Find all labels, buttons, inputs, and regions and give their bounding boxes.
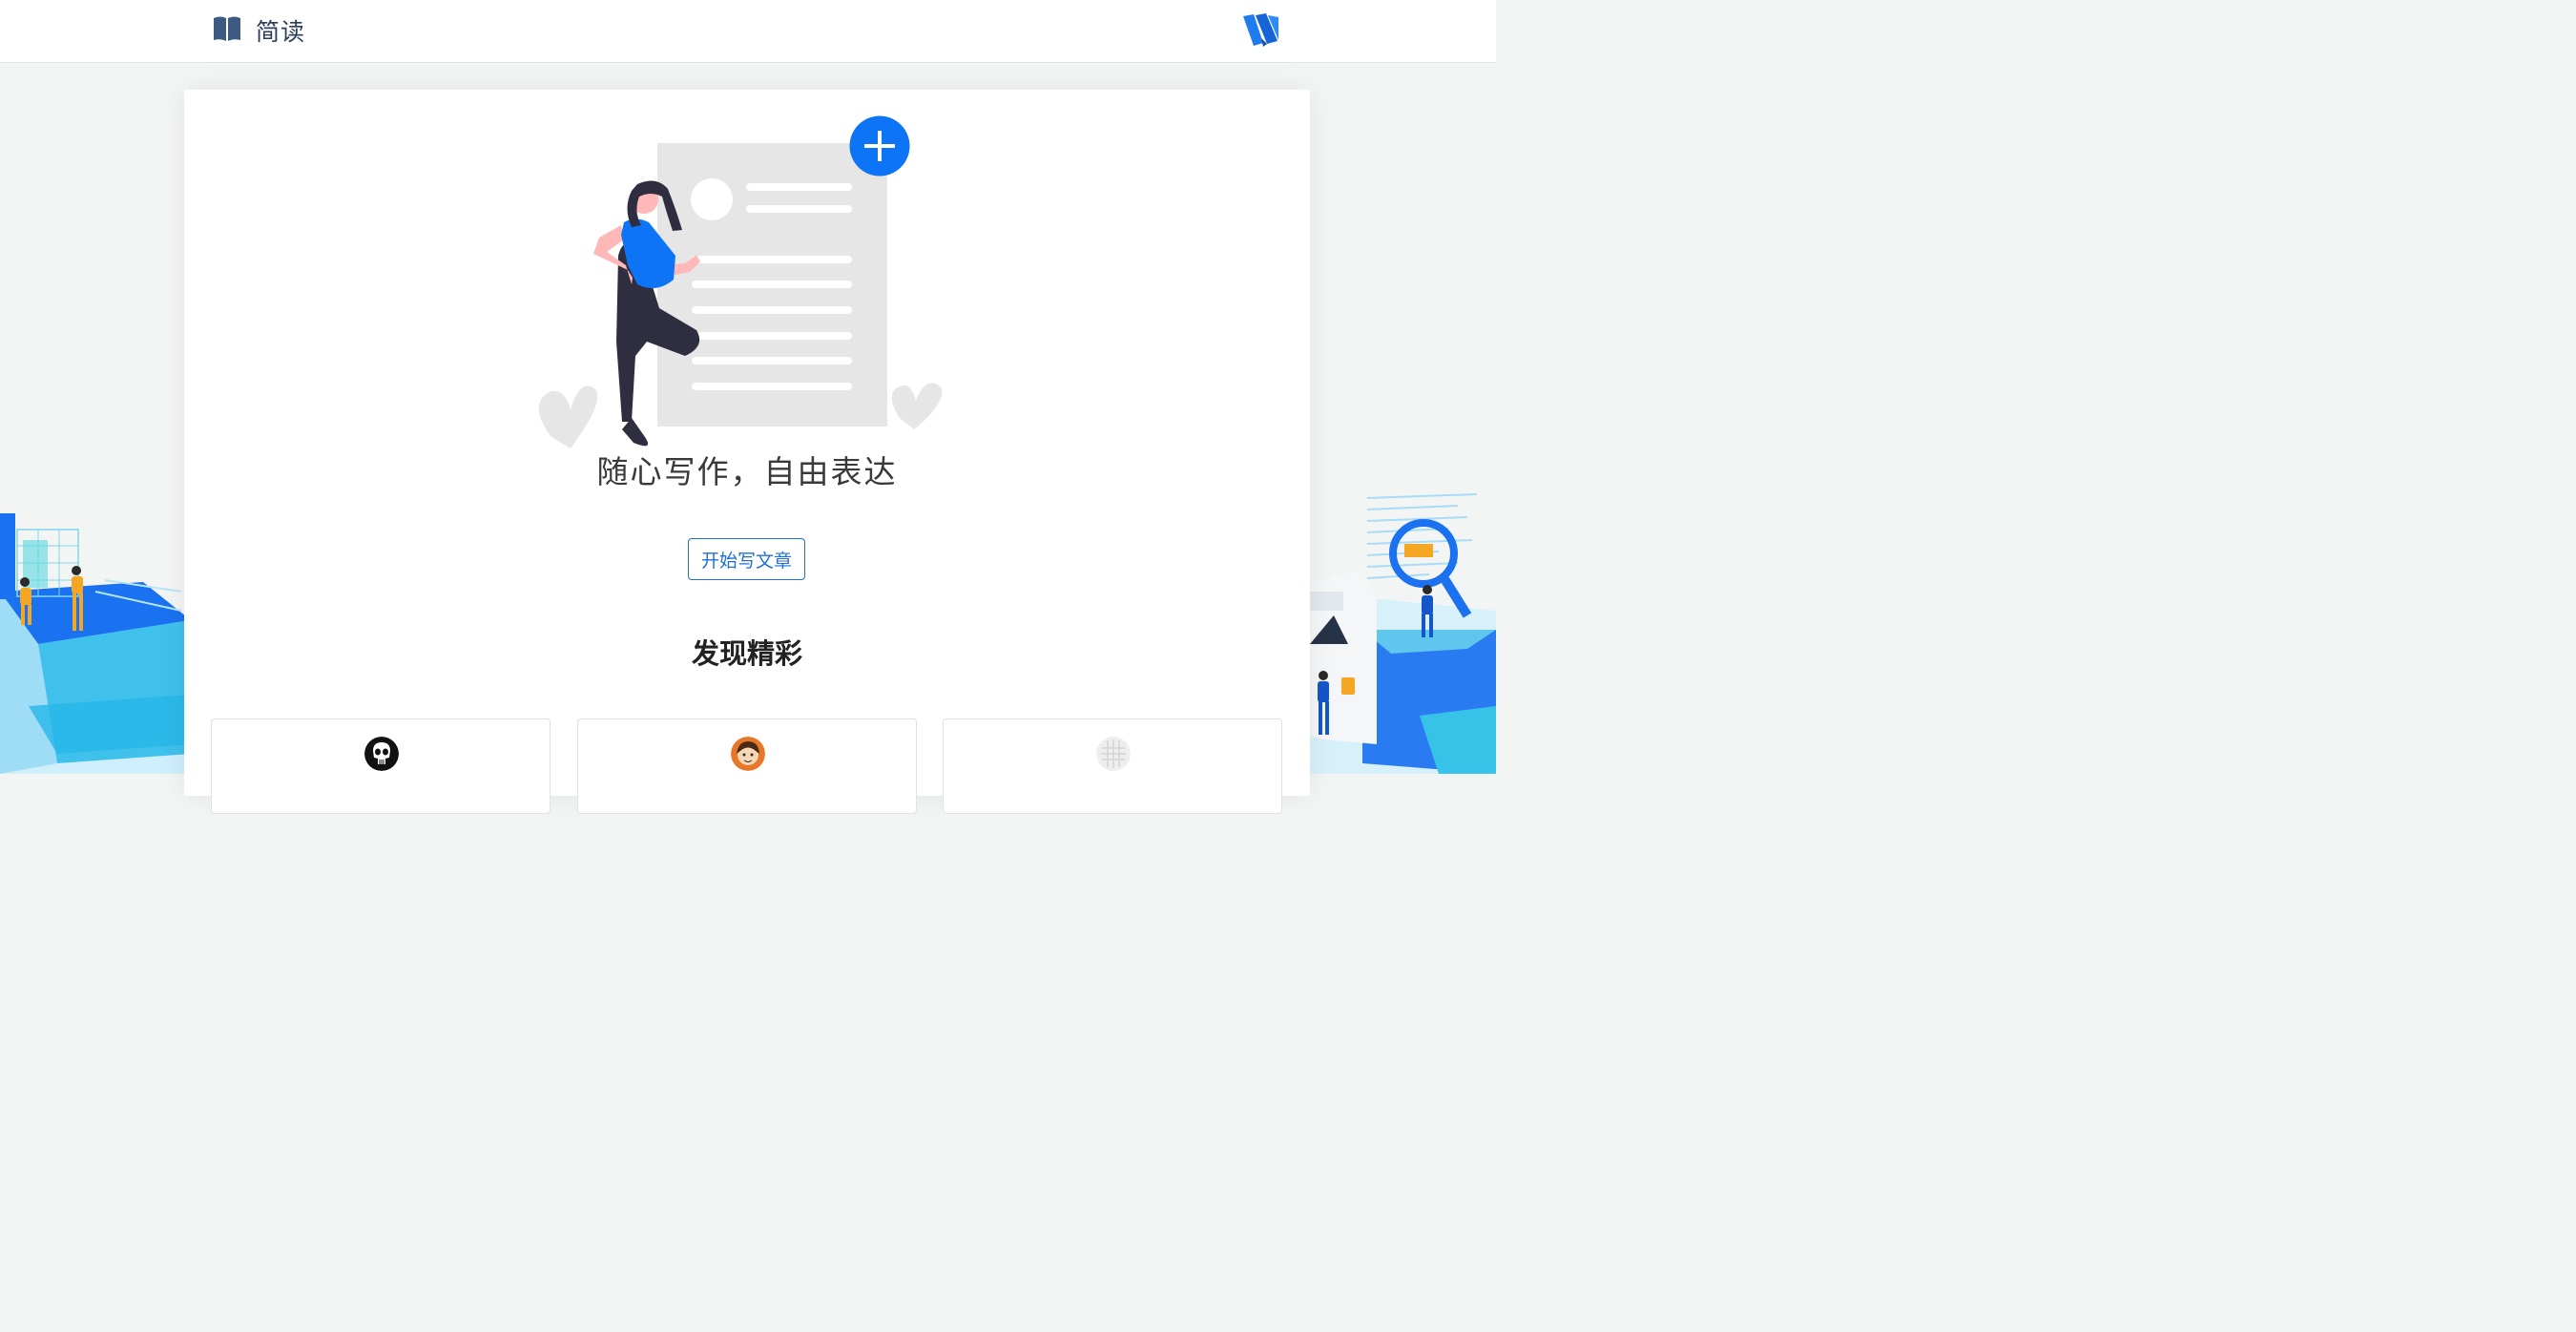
open-book-icon xyxy=(212,15,242,47)
brand-name: 简读 xyxy=(256,19,306,46)
gray-pattern-avatar[interactable] xyxy=(1096,737,1131,771)
blue-ribbon-logo-icon[interactable] xyxy=(1240,12,1282,53)
right-isometric-illustration xyxy=(1305,477,1496,774)
cartoon-person-avatar[interactable] xyxy=(731,737,765,771)
article-card[interactable] xyxy=(943,718,1282,814)
woman-with-document-plus-illustration xyxy=(532,113,962,461)
article-card[interactable] xyxy=(577,718,917,814)
skull-avatar[interactable] xyxy=(364,737,399,771)
top-navbar: 简读 xyxy=(0,0,1496,63)
discover-section-title: 发现精彩 xyxy=(691,639,802,670)
brand-link[interactable]: 简读 xyxy=(212,14,305,47)
start-writing-button[interactable]: 开始写文章 xyxy=(688,538,805,580)
hero-slogan: 随心写作，自由表达 xyxy=(596,454,898,489)
main-card: 随心写作，自由表达 开始写文章 发现精彩 xyxy=(184,90,1310,814)
left-isometric-illustration xyxy=(0,477,191,774)
article-card[interactable] xyxy=(211,718,551,814)
